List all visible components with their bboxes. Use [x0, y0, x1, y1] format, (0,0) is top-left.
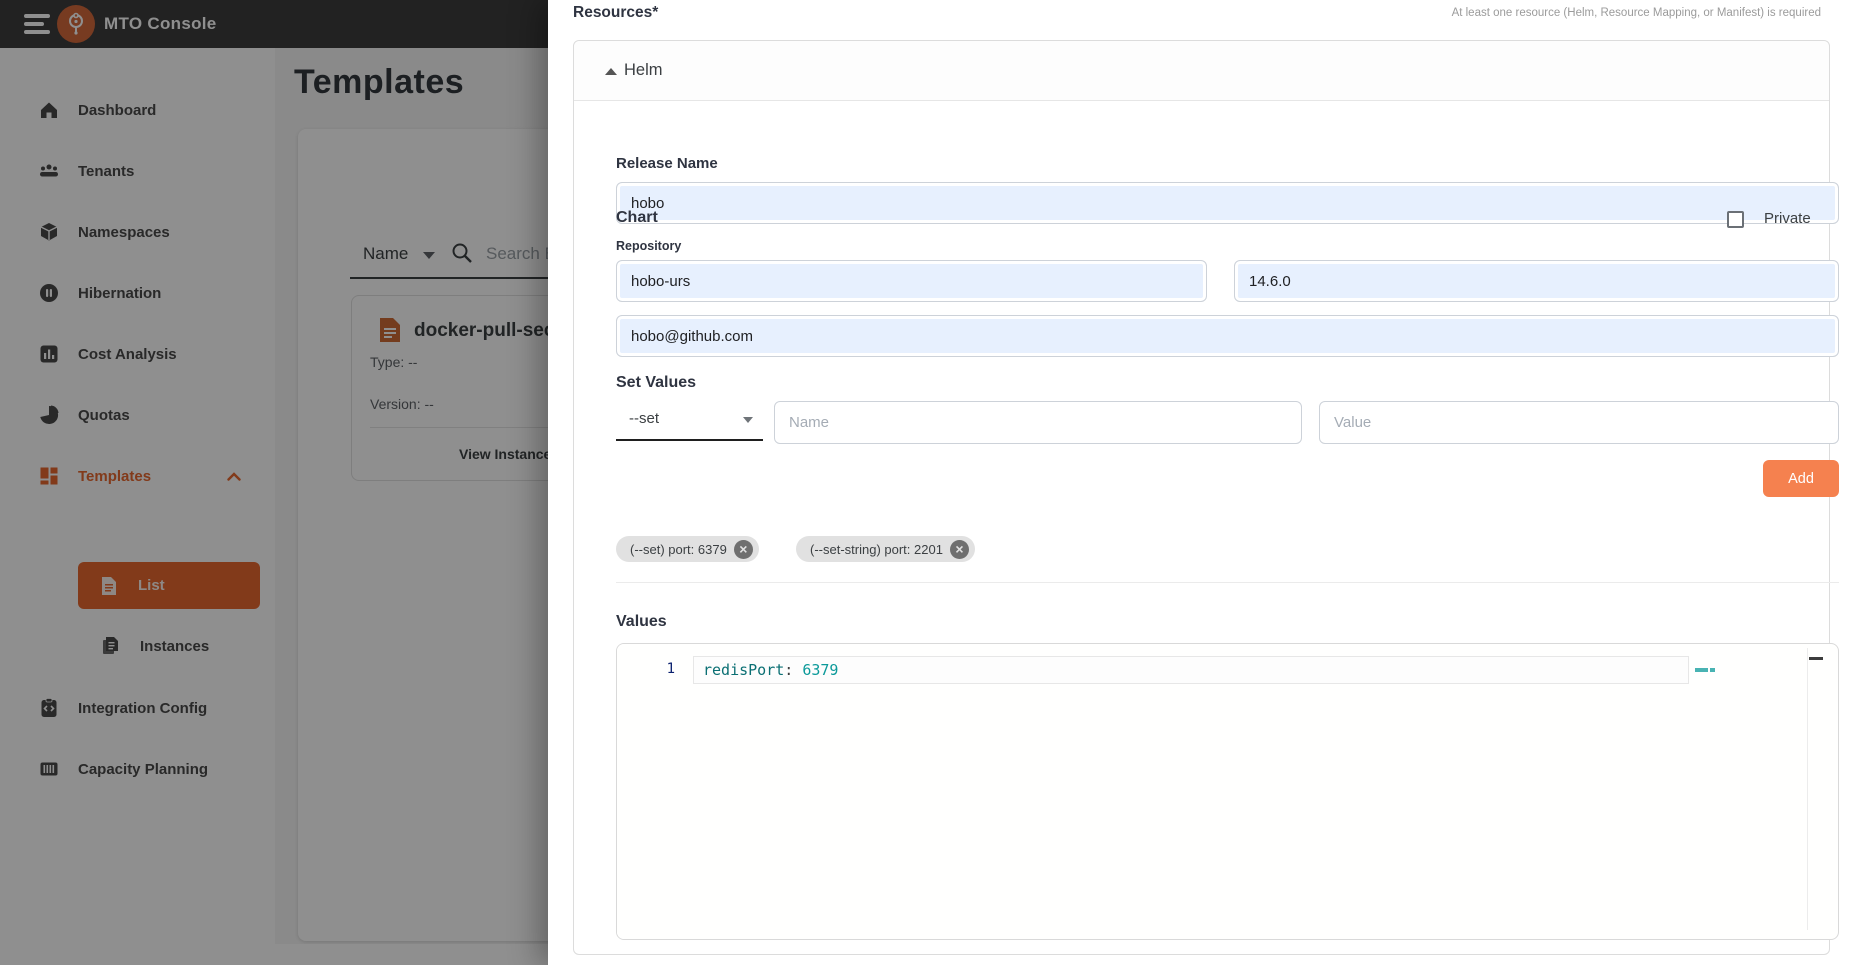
helm-accordion-title: Helm [624, 61, 663, 80]
line-number: 1 [617, 661, 675, 677]
minimap-separator [1807, 648, 1808, 930]
helm-accordion: Helm Release Name Chart Private Reposito… [573, 40, 1830, 955]
set-value-chip: (--set-string) port: 2201 × [796, 536, 975, 562]
helm-accordion-header[interactable]: Helm [574, 41, 1829, 101]
chip-text: (--set) port: 6379 [630, 542, 727, 557]
section-divider [616, 582, 1839, 583]
set-flag-select[interactable]: --set [616, 401, 763, 441]
set-values-section-label: Set Values [616, 374, 696, 392]
select-underline [616, 439, 763, 441]
release-name-input[interactable] [616, 182, 1839, 224]
editor-minimap [1695, 659, 1717, 677]
yaml-value: 6379 [793, 661, 838, 679]
values-section-label: Values [616, 613, 667, 631]
chip-close-icon[interactable]: × [950, 540, 969, 559]
private-checkbox[interactable] [1727, 211, 1744, 228]
private-checkbox-label: Private [1764, 210, 1811, 227]
code-line[interactable]: redisPort: 6379 [703, 661, 838, 679]
release-name-label: Release Name [616, 155, 718, 172]
chip-close-icon[interactable]: × [734, 540, 753, 559]
set-flag-selected-value: --set [629, 410, 659, 427]
yaml-separator: : [784, 661, 793, 679]
template-edit-drawer: Resources* At least one resource (Helm, … [548, 0, 1861, 965]
editor-gutter: 1 [617, 644, 693, 939]
values-code-editor[interactable]: 1 redisPort: 6379 [616, 643, 1839, 940]
set-name-input[interactable] [774, 401, 1302, 444]
yaml-key: redisPort [703, 661, 784, 679]
editor-active-line [693, 656, 1689, 684]
set-value-input[interactable] [1319, 401, 1839, 444]
overview-cursor-marker [1809, 657, 1823, 660]
add-set-value-button[interactable]: Add [1763, 460, 1839, 497]
chip-text: (--set-string) port: 2201 [810, 542, 943, 557]
resources-hint-text: At least one resource (Helm, Resource Ma… [1452, 7, 1821, 19]
repository-label: Repository [616, 239, 681, 253]
chart-section-label: Chart [616, 209, 658, 227]
chevron-down-icon [743, 417, 753, 423]
repository-name-input[interactable] [616, 260, 1207, 302]
chart-version-input[interactable] [1234, 260, 1839, 302]
repository-email-input[interactable] [616, 315, 1839, 357]
resources-section-label: Resources* [573, 4, 658, 22]
collapse-arrow-icon [605, 68, 617, 75]
set-value-chip: (--set) port: 6379 × [616, 536, 759, 562]
